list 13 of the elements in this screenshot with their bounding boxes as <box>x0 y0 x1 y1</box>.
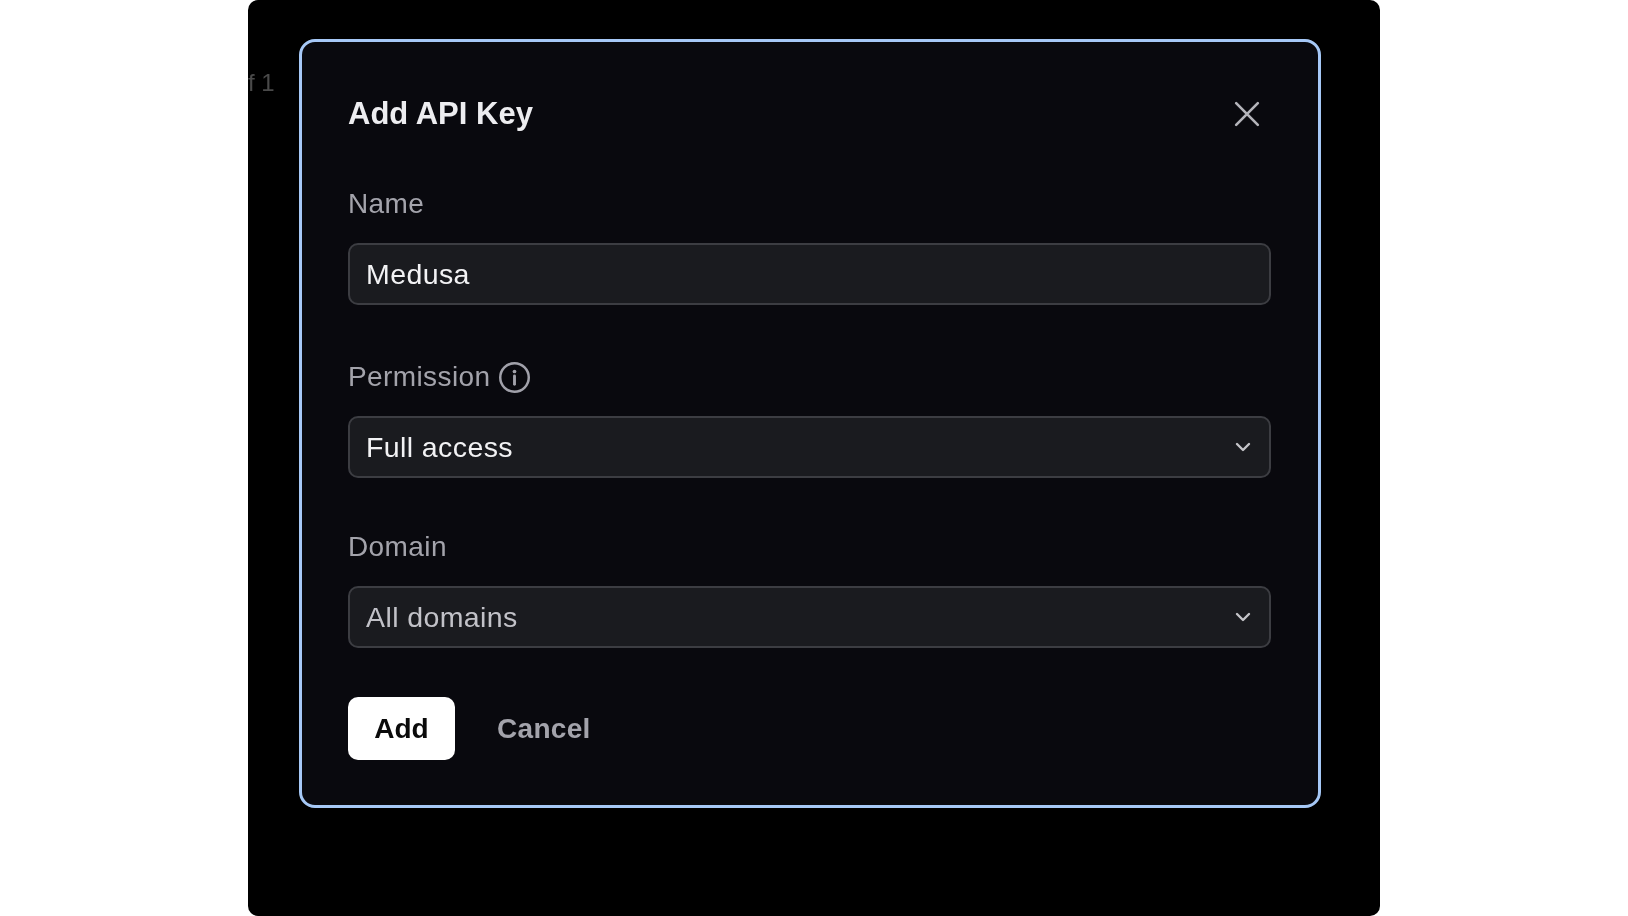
info-icon[interactable] <box>499 361 531 393</box>
background-text: f 1 <box>248 70 275 96</box>
field-label: Permission <box>348 361 491 393</box>
cancel-button[interactable]: Cancel <box>497 708 591 749</box>
select-field[interactable]: Full access <box>348 416 1271 478</box>
chevron-down-icon <box>1235 612 1251 622</box>
field-label: Name <box>348 188 425 220</box>
close-icon[interactable] <box>1234 101 1260 127</box>
add-button[interactable]: Add <box>348 697 455 760</box>
field-label: Domain <box>348 531 447 563</box>
chevron-down-icon <box>1235 442 1251 452</box>
text-input[interactable]: Medusa <box>348 243 1271 305</box>
dialog-title: Add API Key <box>348 96 533 132</box>
